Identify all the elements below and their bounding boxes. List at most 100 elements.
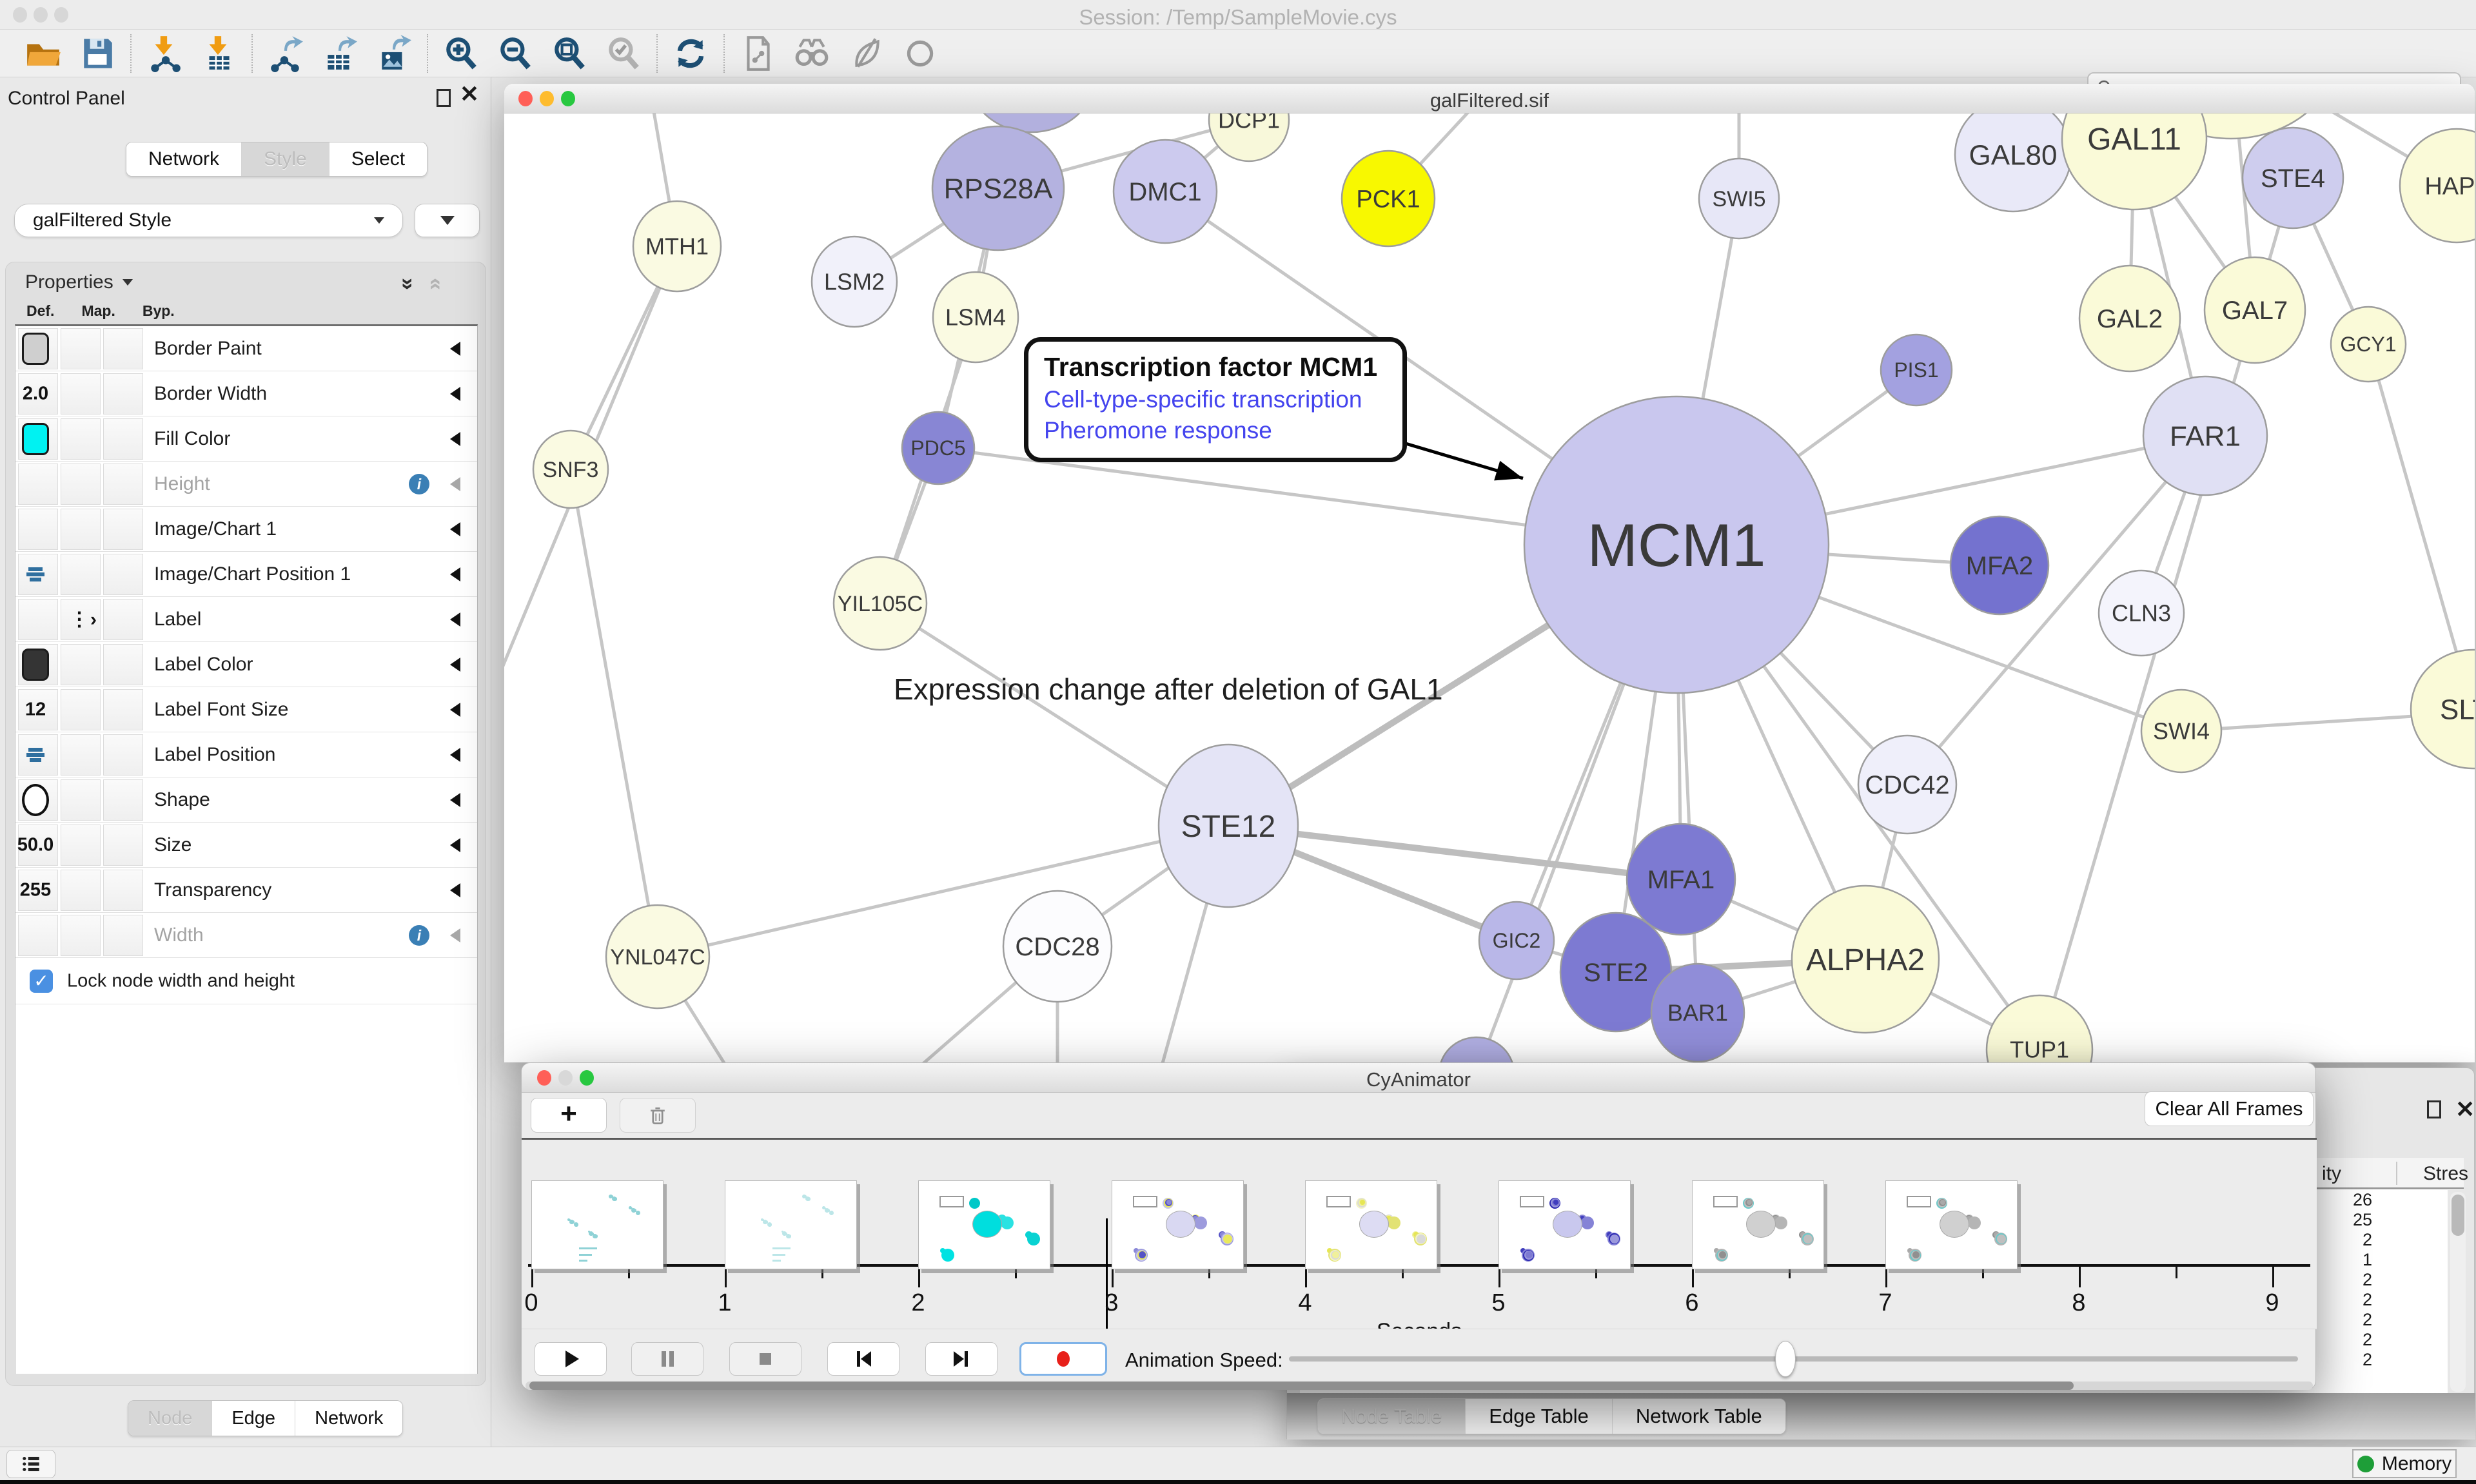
property-row-border-paint[interactable]: Border Paint (15, 326, 477, 371)
scrollbar-thumb[interactable] (2451, 1195, 2464, 1236)
property-cell[interactable] (103, 644, 143, 685)
network-node-gic2[interactable]: GIC2 (1479, 902, 1554, 979)
property-row-width[interactable]: Widthi (15, 913, 477, 958)
import-network-icon[interactable] (146, 35, 183, 72)
network-node-yil105c[interactable]: YIL105C (834, 557, 927, 650)
network-node-mfa2[interactable]: MFA2 (1950, 516, 2049, 614)
expand-row-icon[interactable] (450, 342, 460, 356)
network-node-ste4[interactable]: STE4 (2243, 128, 2343, 228)
tab-network-bottom[interactable]: Network (295, 1401, 402, 1436)
expand-row-icon[interactable] (450, 522, 460, 536)
frame-thumbnail-3[interactable] (1112, 1180, 1244, 1269)
expand-row-icon[interactable] (450, 793, 460, 807)
ellipse-shape-icon[interactable] (22, 784, 49, 816)
network-node-gal2[interactable]: GAL2 (2079, 266, 2180, 371)
close-panel-icon[interactable]: ✕ (460, 85, 479, 103)
position-icon[interactable] (26, 566, 45, 583)
network-node-gal11[interactable]: GAL11 (2062, 113, 2206, 210)
network-node-ste12[interactable]: STE12 (1159, 745, 1298, 907)
property-cell[interactable] (61, 734, 101, 776)
lock-size-checkbox[interactable]: ✓ (30, 970, 53, 993)
delete-frame-button[interactable] (620, 1098, 696, 1133)
network-node-cdc28[interactable]: CDC28 (1003, 891, 1112, 1002)
default-value[interactable]: 255 (15, 879, 55, 901)
scrollbar-thumb[interactable] (529, 1381, 2074, 1390)
export-network-icon[interactable] (267, 35, 304, 72)
network-node-gcy1[interactable]: GCY1 (2331, 307, 2406, 382)
column-connectivity[interactable]: ity (2322, 1163, 2341, 1185)
network-node-mfa1[interactable]: MFA1 (1627, 824, 1735, 935)
skip-to-end-button[interactable] (925, 1342, 997, 1376)
property-row-fill-color[interactable]: Fill Color (15, 416, 477, 462)
property-cell[interactable] (61, 870, 101, 911)
network-node-rps28a[interactable]: RPS28A (932, 126, 1064, 250)
info-icon[interactable]: i (409, 925, 429, 946)
stop-button[interactable] (729, 1342, 801, 1376)
zoom-selected-icon[interactable] (605, 35, 642, 72)
property-cell[interactable] (61, 825, 101, 866)
network-node-mcm1[interactable]: MCM1 (1524, 396, 1829, 693)
open-session-icon[interactable] (25, 35, 62, 72)
network-node-bar1[interactable]: BAR1 (1651, 964, 1744, 1062)
refresh-icon[interactable] (672, 35, 709, 72)
position-icon[interactable] (26, 747, 45, 763)
property-cell[interactable] (61, 328, 101, 369)
info-icon[interactable]: i (409, 474, 429, 494)
color-swatch[interactable] (22, 333, 49, 365)
style-options-button[interactable] (415, 204, 480, 237)
tab-select[interactable]: Select (329, 142, 427, 176)
network-node-cdc42[interactable]: CDC42 (1858, 736, 1956, 834)
network-node-hap2[interactable]: HAP2 (2400, 129, 2475, 242)
network-node-far1[interactable]: FAR1 (2143, 376, 2267, 495)
property-row-image-chart-1[interactable]: Image/Chart 1 (15, 507, 477, 552)
network-node-pck1[interactable]: PCK1 (1342, 151, 1435, 246)
network-node-dmc1[interactable]: DMC1 (1114, 140, 1217, 243)
expand-row-icon[interactable] (450, 432, 460, 446)
column-stress[interactable]: Stres (2423, 1163, 2468, 1185)
frame-thumbnail-5[interactable] (1498, 1180, 1631, 1269)
expand-row-icon[interactable] (450, 928, 460, 942)
timeline[interactable]: Seconds 0123456789 (522, 1140, 2317, 1329)
property-cell[interactable] (103, 734, 143, 776)
color-swatch[interactable] (22, 649, 49, 681)
network-node-mth1[interactable]: MTH1 (633, 201, 721, 291)
network-node-pdc5[interactable]: PDC5 (902, 412, 974, 484)
expand-row-icon[interactable] (450, 748, 460, 762)
frame-thumbnail-1[interactable] (725, 1180, 857, 1269)
property-cell[interactable] (61, 509, 101, 550)
network-node-alpha2[interactable]: ALPHA2 (1792, 886, 1939, 1033)
property-cell[interactable] (61, 644, 101, 685)
property-cell[interactable] (103, 509, 143, 550)
property-cell[interactable] (18, 915, 58, 956)
tab-network-table[interactable]: Network Table (1613, 1399, 1785, 1434)
zoom-out-icon[interactable] (496, 35, 534, 72)
expand-row-icon[interactable] (450, 703, 460, 717)
property-row-image-chart-position-1[interactable]: Image/Chart Position 1 (15, 552, 477, 597)
tab-style[interactable]: Style (242, 142, 329, 176)
property-cell[interactable] (18, 509, 58, 550)
property-cell[interactable] (103, 870, 143, 911)
network-node-slt2[interactable]: SLT2 (2411, 650, 2475, 768)
tab-node[interactable]: Node (128, 1401, 212, 1436)
property-cell[interactable] (103, 464, 143, 505)
property-cell[interactable] (61, 373, 101, 415)
expand-row-icon[interactable] (450, 567, 460, 581)
frame-thumbnail-6[interactable] (1692, 1180, 1824, 1269)
expand-row-icon[interactable] (450, 477, 460, 491)
property-cell[interactable] (61, 779, 101, 821)
color-swatch[interactable] (22, 423, 49, 455)
property-row-size[interactable]: 50.0Size (15, 823, 477, 868)
property-row-border-width[interactable]: 2.0Border Width (15, 371, 477, 416)
clear-all-frames-button[interactable]: Clear All Frames (2145, 1091, 2314, 1126)
expand-all-icon[interactable]: » (395, 278, 420, 290)
timeline-scrollbar[interactable] (526, 1381, 2313, 1390)
property-cell[interactable] (103, 915, 143, 956)
expand-row-icon[interactable] (450, 658, 460, 672)
network-node-swi5[interactable]: SWI5 (1699, 159, 1779, 239)
binoculars-icon[interactable] (793, 35, 830, 72)
pause-button[interactable] (631, 1342, 703, 1376)
property-cell[interactable] (61, 915, 101, 956)
network-node-cln3[interactable]: CLN3 (2099, 571, 2184, 656)
property-cell[interactable] (61, 464, 101, 505)
property-cell[interactable] (103, 554, 143, 595)
